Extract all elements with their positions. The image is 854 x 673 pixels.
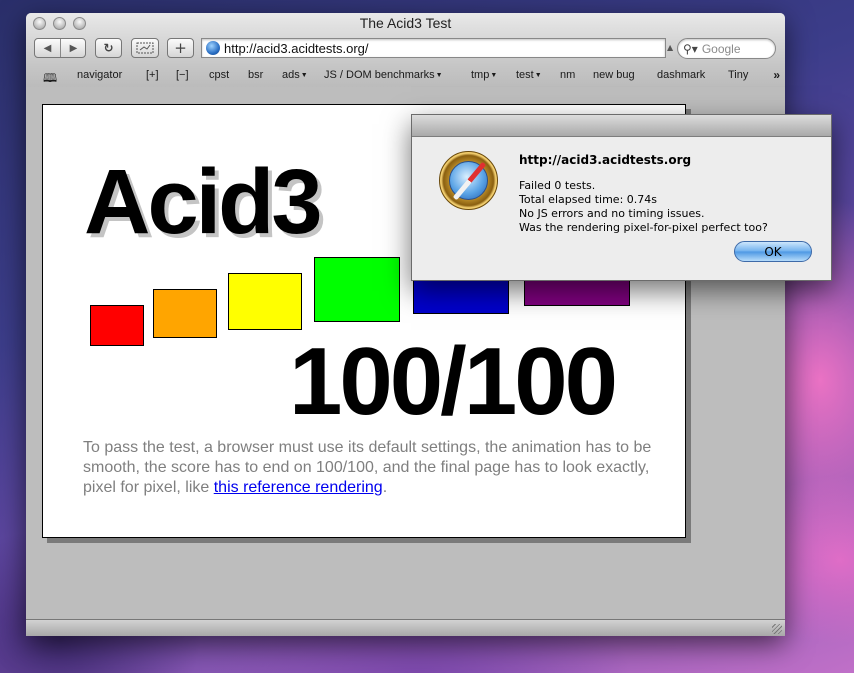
page-title: Acid3 xyxy=(84,151,323,253)
bookmark-expand[interactable]: [+] xyxy=(146,69,159,81)
yellow-box xyxy=(228,273,302,330)
orange-box xyxy=(153,289,217,338)
red-box xyxy=(90,305,144,346)
address-bar[interactable]: http://acid3.acidtests.org/ xyxy=(201,38,666,58)
status-bar xyxy=(26,619,785,636)
bookmarks-bar: 🕮 navigator [+] [−] cpst bsr ads▼ JS / D… xyxy=(26,68,785,86)
bookmark-test[interactable]: test▼ xyxy=(516,69,542,81)
alert-dialog: http://acid3.acidtests.org Failed 0 test… xyxy=(411,114,832,281)
bookmark-ads[interactable]: ads▼ xyxy=(282,69,308,81)
bookmark-js-dom-benchmarks[interactable]: JS / DOM benchmarks▼ xyxy=(324,69,443,81)
bookmark-bsr[interactable]: bsr xyxy=(248,69,263,81)
ok-button[interactable]: OK xyxy=(734,241,812,262)
globe-icon xyxy=(206,41,220,55)
bookmark-nm[interactable]: nm xyxy=(560,69,575,81)
dialog-line-failed: Failed 0 tests. xyxy=(519,179,596,192)
safari-compass-icon xyxy=(439,151,498,210)
bookmark-cpst[interactable]: cpst xyxy=(209,69,229,81)
add-bookmark-button[interactable]: + xyxy=(167,38,194,58)
test-description: To pass the test, a browser must use its… xyxy=(83,438,673,498)
bookmarks-overflow-icon[interactable]: » xyxy=(773,68,780,82)
back-forward-buttons: ◀ ▶ xyxy=(34,38,86,58)
bookmark-tiny[interactable]: Tiny xyxy=(728,69,748,81)
bookmark-dashmark[interactable]: dashmark xyxy=(657,69,705,81)
bookmark-new-bug[interactable]: new bug xyxy=(593,69,635,81)
dialog-titlebar xyxy=(412,115,831,137)
forward-arrow-icon[interactable]: ▶ xyxy=(61,39,86,57)
score-text: 100/100 xyxy=(289,328,618,435)
description-end: . xyxy=(382,479,388,496)
search-icon: ⚲▾ xyxy=(683,41,698,56)
bookmark-collapse[interactable]: [−] xyxy=(176,69,189,81)
dialog-line-elapsed: Total elapsed time: 0.74s xyxy=(519,193,657,206)
reference-rendering-link[interactable]: this reference rendering xyxy=(214,479,383,496)
search-placeholder: Google xyxy=(701,41,741,56)
green-box xyxy=(314,257,400,322)
dialog-line-question: Was the rendering pixel-for-pixel perfec… xyxy=(519,221,768,234)
address-dropdown-icon[interactable]: ▲ xyxy=(667,43,673,52)
dialog-line-errors: No JS errors and no timing issues. xyxy=(519,207,705,220)
browser-window: The Acid3 Test ◀ ▶ ↻ + http://acid3.acid… xyxy=(26,13,785,636)
snapback-icon[interactable] xyxy=(131,38,159,58)
resize-grip-icon[interactable] xyxy=(772,624,782,634)
window-title: The Acid3 Test xyxy=(359,15,452,31)
bookmark-tmp[interactable]: tmp▼ xyxy=(471,69,497,81)
dialog-url: http://acid3.acidtests.org xyxy=(519,153,692,167)
search-field[interactable]: ⚲▾ Google xyxy=(677,38,776,59)
reload-icon[interactable]: ↻ xyxy=(95,38,122,58)
bookmark-navigator[interactable]: navigator xyxy=(77,69,122,81)
back-arrow-icon[interactable]: ◀ xyxy=(35,39,61,57)
address-text: http://acid3.acidtests.org/ xyxy=(224,40,369,56)
